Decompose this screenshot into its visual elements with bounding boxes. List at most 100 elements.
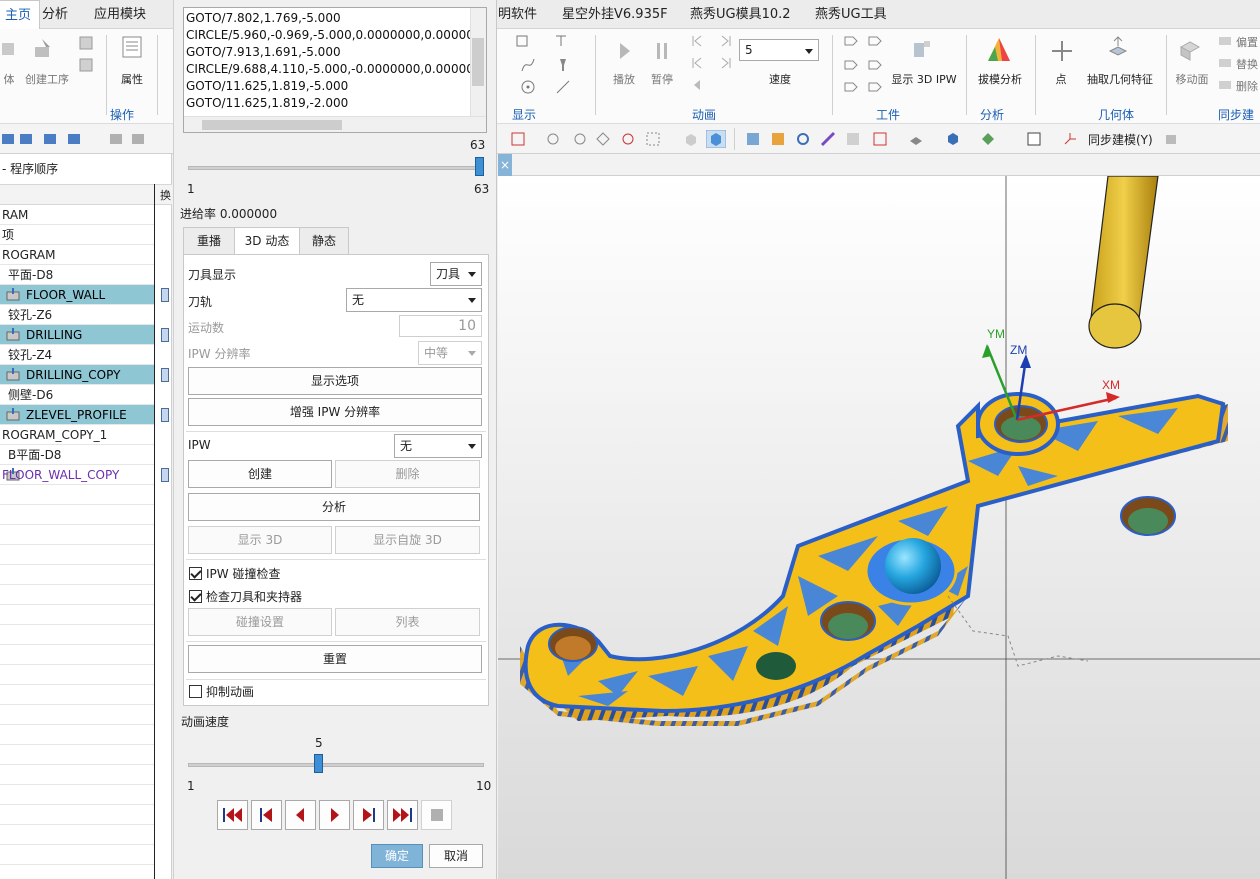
- create-button[interactable]: 创建: [188, 460, 332, 488]
- close-icon[interactable]: ×: [498, 154, 512, 176]
- reverse-icon[interactable]: [689, 77, 705, 93]
- graphics-viewport[interactable]: × YM ZM XM: [498, 154, 1260, 879]
- trim-icon[interactable]: [553, 33, 569, 49]
- sync-modeling-menu[interactable]: 同步建模(Y): [1088, 131, 1153, 148]
- target-icon[interactable]: [520, 79, 536, 95]
- draft-analysis-label[interactable]: 拔模分析: [972, 71, 1028, 87]
- line-icon[interactable]: [555, 79, 571, 95]
- code-line[interactable]: GOTO/11.625,1.819,-2.000: [186, 95, 348, 112]
- tab-static[interactable]: 静态: [299, 227, 349, 255]
- render-icon[interactable]: [820, 131, 836, 147]
- step-last-icon[interactable]: [718, 33, 734, 49]
- toolbar-icon[interactable]: [108, 131, 124, 147]
- navigator-group-row[interactable]: ROGRAM_COPY_1: [0, 425, 154, 445]
- delete-face-icon[interactable]: [1217, 77, 1233, 93]
- check-tool-holder-checkbox[interactable]: [189, 590, 202, 603]
- extract-geometry-label[interactable]: 抽取几何特征: [1080, 71, 1160, 87]
- workpiece-icon-1[interactable]: [843, 33, 859, 49]
- workpiece-icon-5[interactable]: [843, 79, 859, 95]
- toolbar-icon[interactable]: [130, 131, 146, 147]
- motion-slider-thumb[interactable]: [475, 157, 484, 176]
- workpiece-icon-2[interactable]: [867, 33, 883, 49]
- code-line[interactable]: GOTO/11.625,1.819,-5.000: [186, 78, 348, 95]
- display-options-button[interactable]: 显示选项: [188, 367, 482, 395]
- motion-count-field[interactable]: 10: [399, 315, 482, 337]
- navigator-group-row[interactable]: 项: [0, 225, 154, 245]
- ok-button[interactable]: 确定: [371, 844, 423, 868]
- vertical-scrollbar[interactable]: [470, 8, 486, 116]
- navigator-group-row[interactable]: 铰孔-Z4: [0, 345, 154, 365]
- view-icon[interactable]: [683, 131, 699, 147]
- animation-speed-track[interactable]: [188, 763, 484, 767]
- step-forward-icon[interactable]: [718, 55, 734, 71]
- code-line[interactable]: CIRCLE/9.688,4.110,-5.000,-0.0000000,0.0…: [186, 61, 486, 78]
- tool-icon[interactable]: [555, 57, 571, 73]
- select-filter-icon[interactable]: [510, 131, 526, 147]
- delete-button[interactable]: 删除: [335, 460, 480, 488]
- properties-icon[interactable]: [120, 35, 144, 59]
- create-operation-label[interactable]: 创建工序: [22, 71, 72, 87]
- pause-label[interactable]: 暂停: [642, 71, 682, 87]
- animation-speed-select[interactable]: 5: [739, 39, 819, 61]
- step-forward-button[interactable]: [353, 800, 384, 830]
- ipw-collision-checkbox[interactable]: [189, 567, 202, 580]
- toolpath-select[interactable]: 无: [346, 288, 482, 312]
- list-button[interactable]: 列表: [335, 608, 480, 636]
- navigator-operation-row[interactable]: ZLEVEL_PROFILE: [0, 405, 154, 425]
- go-to-start-button[interactable]: [217, 800, 248, 830]
- curve-icon[interactable]: [520, 57, 536, 73]
- navigator-operation-row[interactable]: FLOOR_WALL: [0, 285, 154, 305]
- animation-speed-thumb[interactable]: [314, 754, 324, 773]
- shading-icon[interactable]: [980, 131, 996, 147]
- play-backward-button[interactable]: [285, 800, 316, 830]
- pause-icon[interactable]: [650, 39, 674, 63]
- offset-face-icon[interactable]: [1217, 33, 1233, 49]
- point-icon[interactable]: [1050, 39, 1074, 63]
- code-line[interactable]: GOTO/7.802,1.769,-5.000: [186, 10, 341, 27]
- tab-yanxiu-tools[interactable]: 燕秀UG工具: [815, 0, 887, 29]
- csys-icon[interactable]: [1062, 131, 1078, 147]
- navigator-group-row[interactable]: 平面-D8: [0, 265, 154, 285]
- render-icon[interactable]: [845, 131, 861, 147]
- ipw-resolution-select[interactable]: 中等: [418, 341, 482, 365]
- workpiece-icon-6[interactable]: [867, 79, 883, 95]
- tab-replay[interactable]: 重播: [183, 227, 235, 255]
- navigator-group-row[interactable]: B平面-D8: [0, 445, 154, 465]
- scroll-thumb[interactable]: [202, 120, 342, 130]
- tab-app-modules[interactable]: 应用模块: [86, 0, 154, 29]
- replace-label[interactable]: 替换: [1236, 56, 1260, 72]
- frame-icon[interactable]: [1026, 131, 1042, 147]
- tab-xingkong[interactable]: 星空外挂V6.935F: [562, 0, 668, 29]
- workpiece-icon-4[interactable]: [867, 57, 883, 73]
- tool-change-column[interactable]: 换: [160, 187, 171, 203]
- extract-geometry-icon[interactable]: [1106, 35, 1130, 59]
- ipw-select[interactable]: 无: [394, 434, 482, 458]
- tool-path-listing[interactable]: GOTO/7.802,1.769,-5.000 CIRCLE/5.960,-0.…: [183, 7, 487, 133]
- navigator-group-row[interactable]: RAM: [0, 205, 154, 225]
- render-icon[interactable]: [745, 131, 761, 147]
- layout-icon[interactable]: [872, 131, 888, 147]
- analyze-button[interactable]: 分析: [188, 493, 480, 521]
- render-icon[interactable]: [770, 131, 786, 147]
- toolbar-icon[interactable]: [18, 131, 34, 147]
- suppress-animation-checkbox[interactable]: [189, 685, 202, 698]
- hand-icon[interactable]: [1163, 131, 1179, 147]
- offset-label[interactable]: 偏置: [1236, 34, 1260, 50]
- program-icon[interactable]: [78, 35, 94, 51]
- tab-software[interactable]: 明软件: [498, 0, 537, 29]
- properties-label[interactable]: 属性: [112, 71, 152, 87]
- 3d-scene[interactable]: YM ZM XM: [498, 176, 1260, 879]
- draft-analysis-icon[interactable]: [984, 35, 1014, 65]
- show-3d-button[interactable]: 显示 3D: [188, 526, 332, 554]
- tab-analysis[interactable]: 分析: [34, 0, 76, 29]
- snap-icon[interactable]: [620, 131, 636, 147]
- navigator-operation-row[interactable]: DRILLING: [0, 325, 154, 345]
- rotate-icon[interactable]: [795, 131, 811, 147]
- toolbar-icon[interactable]: [42, 131, 58, 147]
- toolbar-icon[interactable]: [0, 131, 16, 147]
- point-label[interactable]: 点: [1046, 71, 1076, 87]
- cancel-button[interactable]: 取消: [429, 844, 483, 868]
- shading-icon[interactable]: [908, 131, 924, 147]
- step-first-icon[interactable]: [689, 33, 705, 49]
- move-face-icon[interactable]: [1178, 37, 1202, 61]
